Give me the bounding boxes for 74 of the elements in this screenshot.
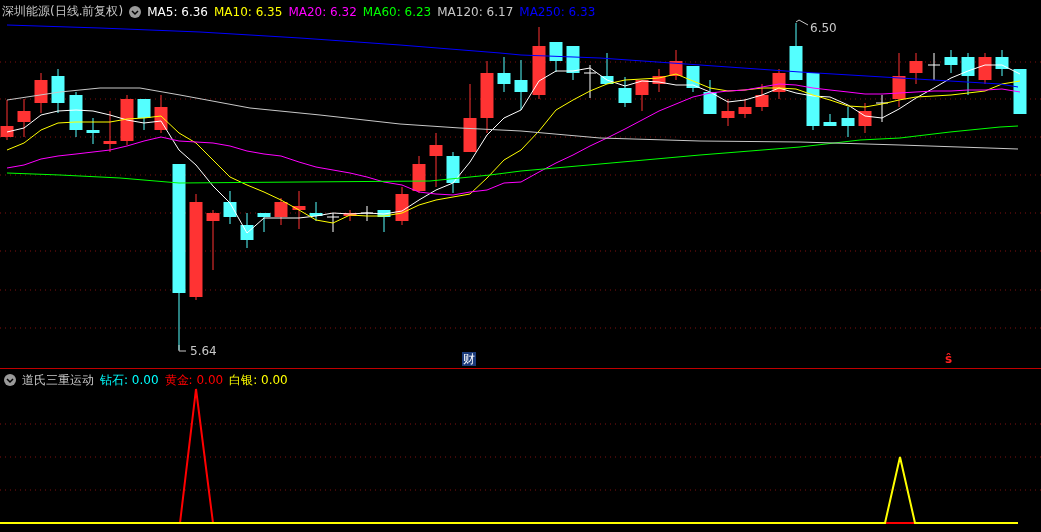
candlestick	[120, 94, 134, 146]
candlestick	[703, 79, 717, 115]
candlestick	[446, 151, 460, 194]
candlestick	[103, 110, 117, 153]
candlestick	[600, 52, 614, 85]
candlestick	[154, 94, 168, 134]
finance-marker[interactable]: 财	[462, 352, 476, 366]
indicator-value: 钻石: 0.00	[100, 371, 159, 389]
candlestick	[240, 212, 254, 249]
indicator-value: 白银: 0.00	[229, 371, 288, 389]
candlestick	[772, 68, 786, 100]
candlestick	[1013, 68, 1027, 115]
moving-average-value: MA120: 6.17	[437, 4, 514, 19]
dropdown-icon[interactable]	[129, 5, 142, 18]
candlestick	[549, 41, 563, 73]
candlestick	[223, 190, 237, 225]
candlestick	[669, 49, 683, 81]
candlestick	[412, 155, 426, 194]
moving-average-value: MA60: 6.23	[362, 4, 432, 19]
candlestick	[961, 52, 975, 96]
moving-average-value: MA20: 6.32	[288, 4, 357, 19]
candlestick	[51, 68, 65, 114]
low-price-label: 5.64	[190, 344, 217, 358]
candlestick	[360, 205, 374, 222]
candlestick	[875, 94, 889, 123]
candlestick	[566, 45, 580, 81]
leader-line	[795, 19, 809, 26]
indicator-value: 黄金: 0.00	[164, 371, 224, 389]
candlestick	[995, 49, 1009, 77]
candlestick	[34, 72, 48, 114]
chart-title: 深圳能源(日线.前复权)	[2, 3, 124, 20]
candlestick	[69, 91, 83, 138]
candlestick	[497, 56, 511, 93]
candlestick	[257, 212, 271, 233]
moving-average-value: MA10: 6.35	[213, 4, 283, 19]
candlestick	[789, 22, 803, 81]
candlestick	[841, 106, 855, 138]
candlestick	[0, 99, 14, 141]
candlestick	[909, 52, 923, 85]
candlestick	[823, 113, 837, 127]
candlestick	[858, 102, 872, 134]
moving-average-value: MA250: 6.33	[519, 4, 596, 19]
candlestick	[618, 76, 632, 108]
signal-marker[interactable]: ŝ	[945, 352, 953, 366]
candlestick	[292, 190, 306, 230]
candlestick	[377, 209, 391, 233]
candlestick	[326, 212, 340, 233]
candlestick	[86, 117, 100, 145]
candlestick	[463, 83, 477, 153]
candlestick	[429, 132, 443, 188]
candlestick	[892, 52, 906, 108]
candlestick	[309, 201, 323, 222]
high-price-label: 6.50	[810, 21, 837, 35]
candlestick	[927, 52, 941, 81]
dropdown-icon[interactable]	[4, 374, 16, 386]
candlestick	[514, 59, 528, 111]
candlestick	[944, 49, 958, 74]
candlestick	[755, 83, 769, 112]
candlestick	[635, 79, 649, 112]
candlestick	[721, 98, 735, 127]
candlestick	[137, 98, 151, 131]
candlestick	[583, 64, 597, 99]
moving-average-value: MA5: 6.36	[147, 4, 208, 19]
candlestick	[343, 209, 357, 222]
candlestick	[395, 186, 409, 226]
candlestick	[274, 197, 288, 226]
candlestick	[652, 68, 666, 93]
candlestick	[738, 98, 752, 119]
indicator-title: 道氏三重运动	[22, 371, 94, 389]
candlestick	[978, 52, 992, 85]
leader-line	[178, 344, 187, 352]
candlestick	[206, 209, 220, 271]
candlestick	[17, 98, 31, 138]
candlestick	[806, 72, 820, 131]
